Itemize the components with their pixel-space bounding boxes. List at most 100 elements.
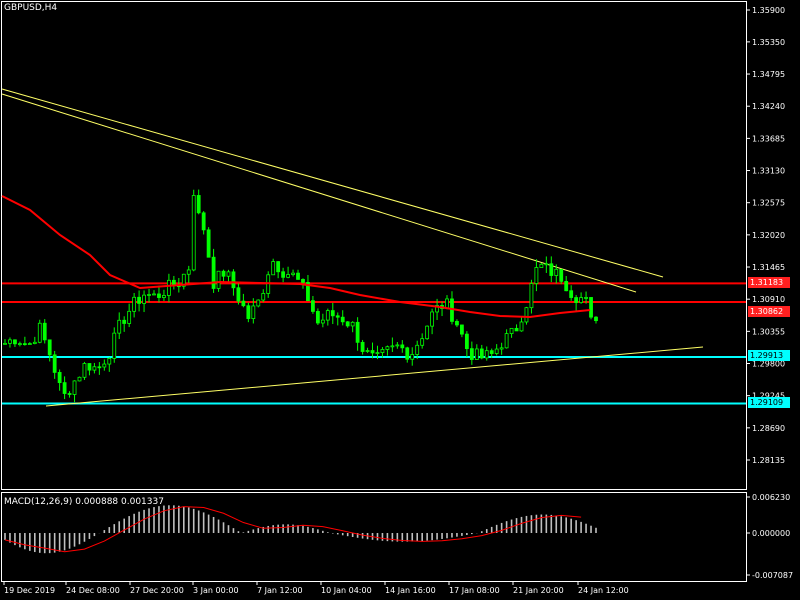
candle-body [152,293,156,296]
candle-body [380,349,385,353]
macd-axis-label: 0.006230 [752,493,790,502]
candle-body [375,352,380,354]
candle-body [261,293,266,301]
candle-body [584,297,588,299]
price-axis-label: 1.31465 [752,263,785,272]
candle-body [42,322,47,341]
candle-body [72,380,77,395]
candle-body [157,293,161,298]
candle-body [236,287,241,302]
candle-body [400,344,405,349]
candle-body [504,333,509,349]
candle-body [370,350,375,354]
support-price-tag-1: 1.29913 [748,350,790,361]
candle-body [251,305,256,319]
price-axis-label: 1.30910 [752,295,785,304]
time-axis-label: 10 Jan 04:00 [321,586,372,595]
candle-body [315,311,320,324]
candle-body [142,294,146,304]
candle-body [589,297,593,318]
candle-body [191,195,196,271]
candle-body [519,321,524,332]
candle-body [62,382,67,394]
candle-body [579,297,584,303]
candle-body [350,321,355,327]
candle-body [335,315,340,318]
candle-body [460,324,464,335]
moving-average-line [1,195,591,319]
candle-body [564,280,569,292]
price-axis-label: 1.32020 [752,231,785,240]
candle-body [186,269,191,275]
candle-body [276,261,281,273]
candle-body [455,320,459,326]
candle-body [132,296,137,312]
candle-body [425,325,430,340]
candle-body [330,310,335,317]
candle-body [509,327,514,334]
support-price-tag-2: 1.29109 [748,397,790,408]
candle-body [355,321,360,343]
resistance-price-tag-1: 1.31183 [748,277,790,288]
candle-body [464,333,469,350]
time-axis-label: 27 Dec 20:00 [130,586,184,595]
candle-body [221,270,226,277]
candle-body [127,310,132,324]
candle-body [231,271,236,289]
main-chart-frame [1,1,747,490]
candle-body [8,339,12,344]
candle-body [241,300,246,307]
price-axis-label: 1.28690 [752,424,785,433]
candle-body [395,344,400,347]
candle-body [82,363,87,378]
candle-body [594,316,598,322]
price-axis-label: 1.33685 [752,134,785,143]
candle-body [410,354,415,360]
candle-body [281,271,286,278]
candle-body [216,270,221,289]
candle-body [166,279,171,296]
candle-body [569,290,574,298]
candle-body [529,283,534,309]
time-axis-label: 21 Jan 20:00 [513,586,564,595]
candle-body [57,372,62,384]
candle-body [87,363,92,371]
candle-body [469,348,474,360]
candle-body [534,267,539,284]
candle-body [117,319,122,334]
candle-body [301,279,305,283]
candle-body [122,319,127,324]
resistance-price-tag-2: 1.30862 [748,306,790,317]
candle-body [286,274,290,278]
macd-label: MACD(12,26,9) 0.000888 0.001337 [4,497,164,507]
candle-body [311,300,315,312]
price-axis-label: 1.30355 [752,327,785,336]
candle-body [112,332,117,359]
candle-body [52,354,57,373]
candle-body [102,363,107,368]
candle-body [489,350,494,354]
candle-body [211,256,216,289]
candle-body [162,295,166,298]
candle-body [499,347,504,350]
candle-body [320,319,325,324]
time-axis-label: 7 Jan 12:00 [257,586,303,595]
candle-body [13,339,17,345]
candle-body [390,345,395,348]
candle-body [17,343,22,346]
candle-body [554,268,559,276]
candle-body [37,322,42,343]
time-axis-label: 17 Jan 08:00 [449,586,500,595]
time-axis-label: 14 Jan 16:00 [385,586,436,595]
candle-body [544,263,549,266]
candle-body [539,263,544,268]
trading-chart[interactable]: 1.35900 1.35350 1.34795 1.34240 1.33685 1.331… [0,0,800,600]
candle-body [206,229,211,258]
candle-body [201,212,206,231]
candle-body [92,366,97,371]
candle-body [479,348,484,359]
candle-body [559,268,564,282]
candle-body [549,263,554,276]
price-axis-label: 1.35350 [752,38,785,47]
candle-body [340,316,345,323]
